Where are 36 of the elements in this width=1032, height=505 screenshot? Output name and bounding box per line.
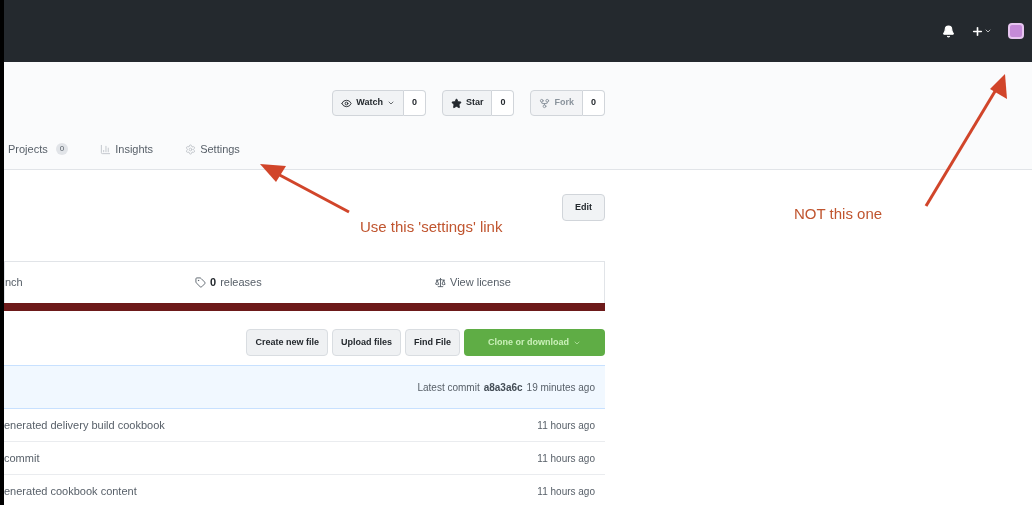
- fork-icon: [539, 97, 551, 109]
- star-icon: [450, 97, 462, 109]
- summary-link[interactable]: View license: [435, 274, 511, 291]
- edit-button[interactable]: Edit: [562, 194, 605, 221]
- commit-hash-link[interactable]: a8a3a6c: [483, 379, 523, 395]
- commit-age: 11 hours ago: [537, 484, 595, 499]
- commit-message-link[interactable]: enerated delivery build cookbook: [4, 416, 165, 434]
- summary-link[interactable]: nch: [5, 274, 195, 291]
- repo-tab[interactable]: Projects 0: [8, 129, 69, 169]
- commit-age: 11 hours ago: [537, 418, 595, 433]
- bar-chart-icon: [100, 143, 112, 155]
- repo-tab[interactable]: Settings: [185, 129, 240, 169]
- commit-message-link[interactable]: commit: [4, 449, 40, 467]
- eye-icon: [341, 97, 353, 109]
- avatar-icon[interactable]: [1008, 23, 1024, 39]
- file-action-button[interactable]: Find File: [405, 329, 460, 356]
- file-action-button[interactable]: Create new file: [246, 329, 328, 356]
- file-action-button[interactable]: Upload files: [332, 329, 401, 356]
- plus-icon[interactable]: [971, 24, 992, 38]
- caret-icon: [386, 99, 395, 107]
- repo-action-button[interactable]: Watch: [332, 90, 404, 116]
- count-label[interactable]: 0: [403, 90, 426, 116]
- annotation-text: Use this 'settings' link: [360, 217, 503, 237]
- tag-icon: [195, 277, 206, 288]
- commit-time: 19 minutes ago: [526, 380, 595, 395]
- commit-age: 11 hours ago: [537, 451, 595, 466]
- repo-action-button[interactable]: Star: [441, 90, 493, 116]
- count-label[interactable]: 0: [492, 90, 515, 116]
- commit-message-link[interactable]: enerated cookbook content: [4, 482, 137, 500]
- settings-icon: [185, 143, 197, 155]
- bell-icon[interactable]: [942, 24, 955, 38]
- repo-tab[interactable]: Insights: [100, 129, 154, 169]
- commit-label: Latest commit: [417, 380, 480, 395]
- annotation-text: NOT this one: [794, 204, 883, 224]
- scale-icon: [435, 277, 446, 288]
- summary-link[interactable]: 0 releases: [195, 274, 435, 291]
